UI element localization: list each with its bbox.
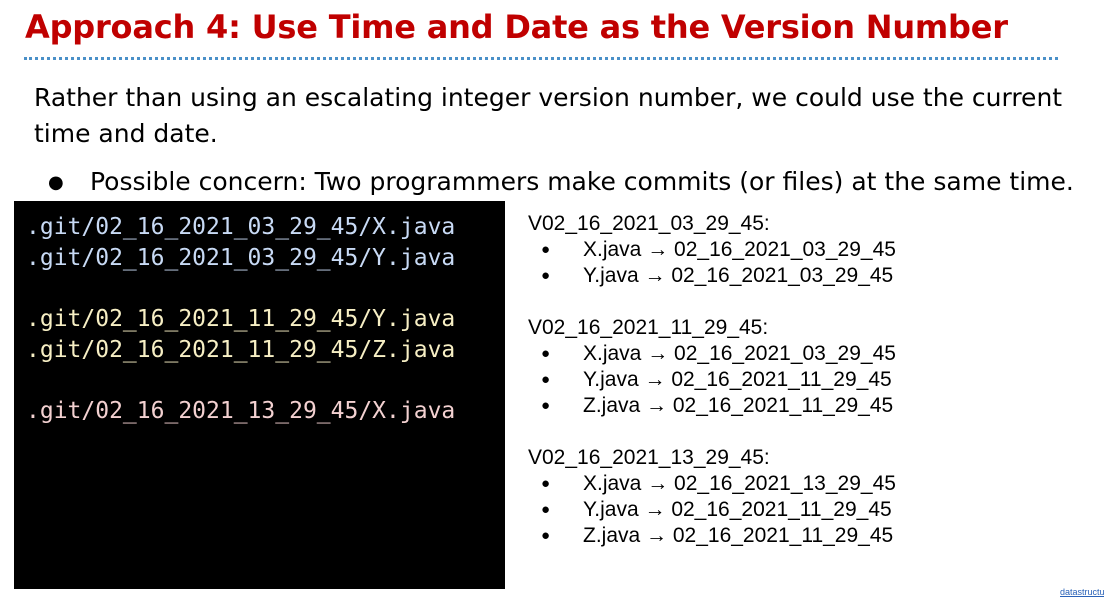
bullet-dot: ● <box>541 501 551 518</box>
concern-bullet: ● Possible concern: Two programmers make … <box>48 164 1074 201</box>
version-group: V02_16_2021_03_29_45: ● X.java → 02_16_20… <box>528 211 896 289</box>
bullet-dot: ● <box>541 397 551 414</box>
file-mapping: X.java → 02_16_2021_03_29_45 <box>583 342 896 365</box>
bullet-dot: ● <box>541 345 551 362</box>
version-name: V02_16_2021_11_29_45: <box>528 316 769 339</box>
file-mapping: Z.java → 02_16_2021_11_29_45 <box>583 524 894 547</box>
terminal-line: .git/02_16_2021_03_29_45/Y.java <box>26 245 456 271</box>
file-mapping: Y.java → 02_16_2021_11_29_45 <box>583 498 892 521</box>
bullet-dot: ● <box>541 527 551 544</box>
list-item: ● X.java → 02_16_2021_03_29_45 <box>528 237 896 263</box>
list-item: ● Y.java → 02_16_2021_11_29_45 <box>528 367 896 393</box>
version-name: V02_16_2021_03_29_45: <box>528 212 770 235</box>
terminal-line: .git/02_16_2021_11_29_45/Z.java <box>26 337 456 363</box>
file-mapping: X.java → 02_16_2021_03_29_45 <box>583 238 896 261</box>
version-group: V02_16_2021_13_29_45: ● X.java → 02_16_20… <box>528 445 896 549</box>
footer-link[interactable]: datastructu <box>1060 587 1104 597</box>
bullet-dot: ● <box>541 475 551 492</box>
version-name: V02_16_2021_13_29_45: <box>528 446 770 469</box>
bullet-dot: ● <box>541 241 551 258</box>
bullet-dot: ● <box>541 267 551 284</box>
list-item: ● X.java → 02_16_2021_03_29_45 <box>528 341 896 367</box>
list-item: ● X.java → 02_16_2021_13_29_45 <box>528 471 896 497</box>
concern-text: Possible concern: Two programmers make c… <box>90 167 1074 196</box>
terminal-line: .git/02_16_2021_13_29_45/X.java <box>26 398 456 424</box>
version-list: V02_16_2021_03_29_45: ● X.java → 02_16_20… <box>528 211 896 575</box>
version-group: V02_16_2021_11_29_45: ● X.java → 02_16_20… <box>528 315 896 419</box>
terminal-panel: .git/02_16_2021_03_29_45/X.java .git/02_… <box>14 201 505 589</box>
list-item: ● Z.java → 02_16_2021_11_29_45 <box>528 523 896 549</box>
list-item: ● Y.java → 02_16_2021_11_29_45 <box>528 497 896 523</box>
file-mapping: Y.java → 02_16_2021_03_29_45 <box>583 264 894 287</box>
title-divider <box>24 57 1058 60</box>
intro-text: Rather than using an escalating integer … <box>34 83 1063 148</box>
terminal-line: .git/02_16_2021_11_29_45/Y.java <box>26 306 456 332</box>
bullet-dot: ● <box>48 172 64 193</box>
slide-title: Approach 4: Use Time and Date as the Ver… <box>25 8 1008 46</box>
list-item: ● Z.java → 02_16_2021_11_29_45 <box>528 393 896 419</box>
file-mapping: Z.java → 02_16_2021_11_29_45 <box>583 394 894 417</box>
terminal-line: .git/02_16_2021_03_29_45/X.java <box>26 214 456 240</box>
list-item: ● Y.java → 02_16_2021_03_29_45 <box>528 263 896 289</box>
file-mapping: Y.java → 02_16_2021_11_29_45 <box>583 368 892 391</box>
bullet-dot: ● <box>541 371 551 388</box>
file-mapping: X.java → 02_16_2021_13_29_45 <box>583 472 896 495</box>
